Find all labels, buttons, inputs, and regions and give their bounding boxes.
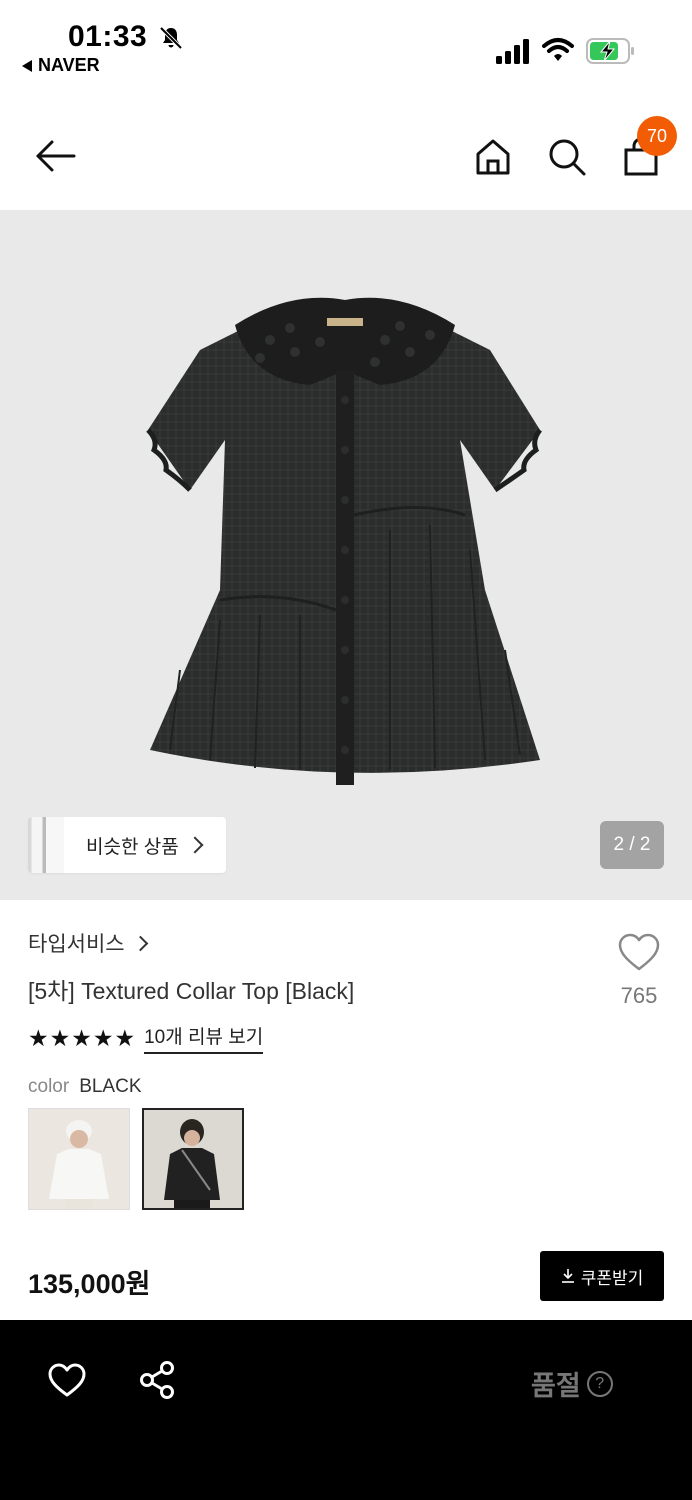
product-image [146,297,543,785]
color-value: BLACK [79,1076,142,1097]
sold-out-status: 품절 ? [531,1364,613,1403]
back-triangle-icon [22,59,32,72]
brand-link[interactable]: 타입서비스 [28,928,148,958]
cart-count-badge[interactable]: 70 [637,116,677,156]
back-arrow-icon[interactable] [32,136,78,176]
similar-products-thumbnail [28,817,64,873]
image-page-indicator: 2 / 2 [600,821,664,869]
rating-row: ★★★★★ 10개 리뷰 보기 [28,1022,264,1054]
similar-products-label: 비슷한 상품 [86,836,179,858]
brand-name: 타입서비스 [28,933,125,956]
heart-icon [618,933,660,971]
battery-charging-icon [586,38,634,64]
status-bar: 01:33 NAVER [0,0,692,90]
wifi-icon [542,38,574,61]
color-swatch-black[interactable] [142,1108,244,1210]
product-title: [5차] Textured Collar Top [Black] [28,978,355,1004]
like-count: 765 [620,983,658,1008]
color-label: color [28,1076,70,1097]
download-icon [561,1269,574,1283]
star-rating: ★★★★★ [28,1024,137,1051]
back-app-label: NAVER [38,55,100,75]
top-nav: 70 [0,110,692,206]
model-black-top-image [144,1110,242,1208]
color-row: color BLACK [28,1076,142,1098]
bell-muted-icon [159,26,183,50]
get-coupon-button[interactable]: 쿠폰받기 [540,1251,664,1301]
color-swatches [28,1108,244,1210]
product-image-gallery[interactable]: 비슷한 상품 2 / 2 [0,210,692,900]
share-icon[interactable] [138,1360,176,1400]
chevron-right-icon [132,935,148,951]
back-to-app-link[interactable]: NAVER [22,55,100,76]
search-icon[interactable] [546,136,588,178]
bottom-action-bar: 품절 ? [0,1320,692,1500]
status-time: 01:33 [68,20,148,53]
model-white-top-image [29,1109,129,1209]
view-reviews-link[interactable]: 10개 리뷰 보기 [144,1022,264,1054]
heart-icon[interactable] [47,1362,87,1398]
signal-icon [496,39,529,64]
color-swatch-white[interactable] [28,1108,130,1210]
similar-products-button[interactable]: 비슷한 상품 [28,817,226,873]
chevron-right-icon [186,836,204,854]
product-price: 135,000원 [28,1269,151,1299]
wishlist-button[interactable]: 765 [612,932,666,1012]
help-circle-icon[interactable]: ? [586,1370,613,1397]
sold-out-label: 품절 [531,1371,581,1401]
home-icon[interactable] [472,136,514,178]
coupon-label: 쿠폰받기 [580,1268,644,1288]
